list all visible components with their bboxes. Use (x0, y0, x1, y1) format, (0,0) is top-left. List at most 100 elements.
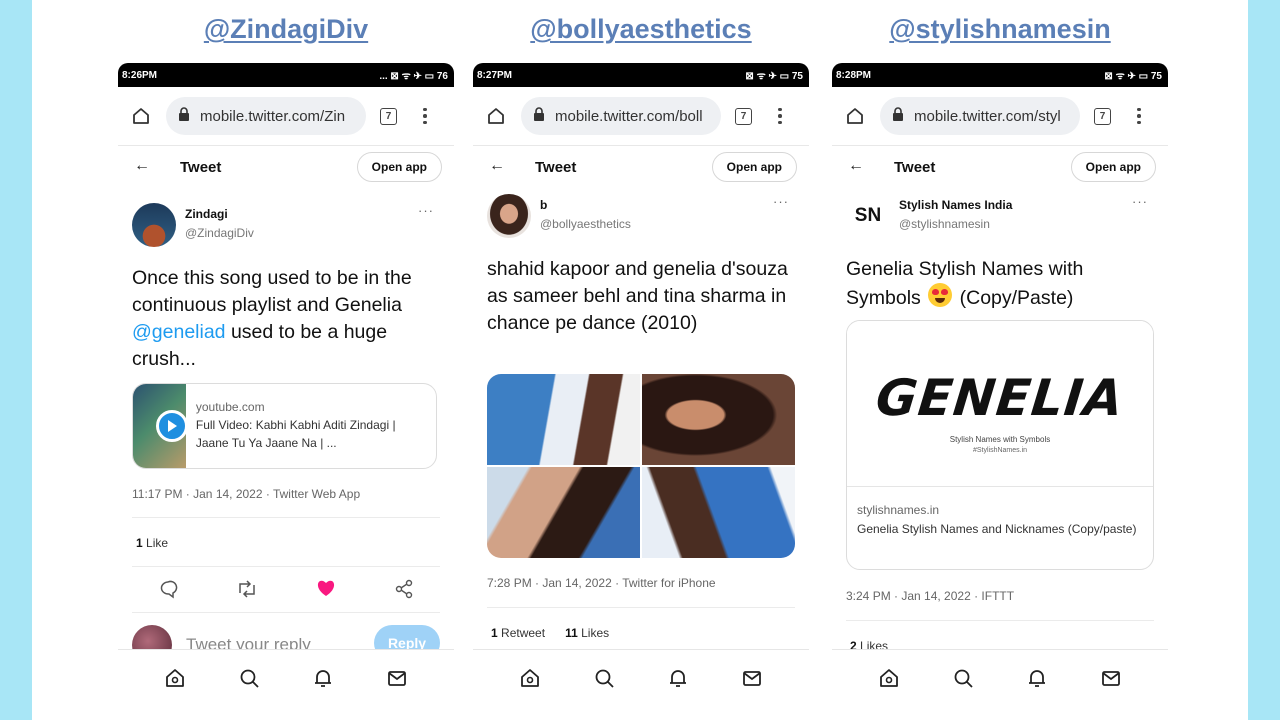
like-stat[interactable]: 1 Like (136, 536, 168, 550)
author-name[interactable]: b (540, 198, 547, 212)
back-arrow-icon[interactable]: ← (134, 157, 150, 175)
home-icon[interactable] (876, 665, 902, 691)
account-handle-link[interactable]: @ZindagiDiv (118, 14, 454, 45)
link-card[interactable]: youtube.com Full Video: Kabhi Kabhi Adit… (132, 383, 437, 469)
play-icon (156, 410, 188, 442)
retweet-icon[interactable] (236, 579, 258, 604)
mail-icon[interactable] (384, 665, 410, 691)
open-app-button[interactable]: Open app (356, 152, 442, 182)
more-icon[interactable]: ··· (418, 203, 434, 218)
phone-screenshot: 8:27PM ⊠ ᯤ ✈ ▭ 75 mobile.twitter.com/bol… (473, 63, 809, 705)
author-name[interactable]: Zindagi (185, 207, 228, 221)
retweet-stat[interactable]: 1 Retweet (491, 626, 545, 640)
tabs-icon[interactable]: 7 (1094, 107, 1111, 125)
tweet-author: SN Stylish Names India @stylishnamesin ·… (846, 194, 1154, 244)
account-handle-link[interactable]: @bollyaesthetics (473, 14, 809, 45)
home-icon[interactable] (838, 99, 872, 133)
media-image[interactable] (487, 467, 640, 558)
back-arrow-icon[interactable]: ← (848, 157, 864, 175)
page-title: Tweet (180, 159, 222, 176)
heart-eyes-emoji-icon (928, 283, 953, 307)
divider (132, 566, 440, 567)
author-name[interactable]: Stylish Names India (899, 198, 1012, 212)
author-handle[interactable]: @bollyaesthetics (540, 217, 631, 231)
page-title: Tweet (535, 159, 577, 176)
url-text: mobile.twitter.com/boll (555, 107, 703, 125)
open-app-button[interactable]: Open app (711, 152, 797, 182)
column-stylishnamesin: @stylishnamesin 8:28PM ⊠ ᯤ ✈ ▭ 75 mobile… (832, 0, 1168, 720)
kebab-icon[interactable] (417, 107, 433, 125)
bottom-nav (118, 649, 454, 705)
tweet-text: Once this song used to be in the continu… (132, 267, 412, 370)
tweet-text: Genelia Stylish Names with Symbols (Copy… (846, 258, 1084, 309)
like-stat[interactable]: 11 Likes (565, 626, 609, 640)
divider (132, 612, 440, 613)
column-bollyaesthetics: @bollyaesthetics 8:27PM ⊠ ᯤ ✈ ▭ 75 mobil… (473, 0, 809, 720)
kebab-icon[interactable] (772, 107, 788, 125)
browser-address-bar: mobile.twitter.com/Zin 7 (118, 91, 454, 141)
bell-icon[interactable] (1024, 665, 1050, 691)
status-icons: ⊠ ᯤ ✈ ▭ 75 (745, 71, 803, 82)
url-field[interactable]: mobile.twitter.com/Zin (166, 97, 366, 135)
card-image: GENELIA Stylish Names with Symbols #Styl… (847, 321, 1153, 487)
link-card[interactable]: GENELIA Stylish Names with Symbols #Styl… (846, 320, 1154, 570)
heart-icon[interactable] (316, 579, 336, 604)
link-domain: youtube.com (195, 400, 265, 414)
search-icon[interactable] (950, 665, 976, 691)
tweet-author: b @bollyaesthetics ··· (487, 194, 795, 244)
url-field[interactable]: mobile.twitter.com/styl (880, 97, 1080, 135)
mention-link[interactable]: @geneliad (132, 321, 226, 343)
home-icon[interactable] (162, 665, 188, 691)
status-icons: ... ⊠ ᯤ ✈ ▭ 76 (379, 71, 448, 82)
media-image[interactable] (642, 467, 795, 558)
link-domain: stylishnames.in (857, 503, 940, 517)
column-zindagidiv: @ZindagiDiv 8:26PM ... ⊠ ᯤ ✈ ▭ 76 mobile… (118, 0, 454, 720)
status-icons: ⊠ ᯤ ✈ ▭ 75 (1104, 71, 1162, 82)
author-handle[interactable]: @stylishnamesin (899, 217, 990, 231)
home-icon[interactable] (124, 99, 158, 133)
tweet-header: ← Tweet Open app (832, 151, 1168, 185)
more-icon[interactable]: ··· (1132, 194, 1148, 209)
video-thumbnail (133, 384, 188, 468)
home-icon[interactable] (517, 665, 543, 691)
phone-screenshot: 8:26PM ... ⊠ ᯤ ✈ ▭ 76 mobile.twitter.com… (118, 63, 454, 705)
search-icon[interactable] (236, 665, 262, 691)
divider (487, 607, 795, 608)
collage-canvas: @ZindagiDiv 8:26PM ... ⊠ ᯤ ✈ ▭ 76 mobile… (32, 0, 1248, 720)
mail-icon[interactable] (1098, 665, 1124, 691)
tweet-media-grid[interactable] (487, 374, 795, 558)
author-handle[interactable]: @ZindagiDiv (185, 226, 254, 240)
reply-icon[interactable] (158, 579, 178, 604)
search-icon[interactable] (591, 665, 617, 691)
status-time: 8:28PM (836, 69, 872, 81)
account-handle-link[interactable]: @stylishnamesin (832, 14, 1168, 45)
avatar[interactable]: SN (846, 194, 890, 238)
divider (473, 145, 809, 146)
share-icon[interactable] (394, 579, 414, 604)
tweet-timestamp: 7:28 PM · Jan 14, 2022 · Twitter for iPh… (487, 576, 716, 590)
status-time: 8:26PM (122, 69, 158, 81)
tabs-icon[interactable]: 7 (735, 107, 752, 125)
media-image[interactable] (487, 374, 640, 465)
avatar[interactable] (487, 194, 531, 238)
lock-icon (178, 107, 194, 125)
status-time: 8:27PM (477, 69, 513, 81)
open-app-button[interactable]: Open app (1070, 152, 1156, 182)
media-image[interactable] (642, 374, 795, 465)
tweet-header: ← Tweet Open app (473, 151, 809, 185)
back-arrow-icon[interactable]: ← (489, 157, 505, 175)
mail-icon[interactable] (739, 665, 765, 691)
home-icon[interactable] (479, 99, 513, 133)
tabs-icon[interactable]: 7 (380, 107, 397, 125)
url-field[interactable]: mobile.twitter.com/boll (521, 97, 721, 135)
bell-icon[interactable] (665, 665, 691, 691)
link-card-text: stylishnames.in Genelia Stylish Names an… (847, 487, 1153, 539)
kebab-icon[interactable] (1131, 107, 1147, 125)
status-bar: 8:26PM ... ⊠ ᯤ ✈ ▭ 76 (118, 63, 454, 87)
bell-icon[interactable] (310, 665, 336, 691)
link-title: Full Video: Kabhi Kabhi Aditi Zindagi | … (195, 418, 396, 450)
lock-icon (892, 107, 908, 125)
more-icon[interactable]: ··· (773, 194, 789, 209)
avatar[interactable] (132, 203, 176, 247)
link-card-text: youtube.com Full Video: Kabhi Kabhi Adit… (186, 384, 436, 468)
